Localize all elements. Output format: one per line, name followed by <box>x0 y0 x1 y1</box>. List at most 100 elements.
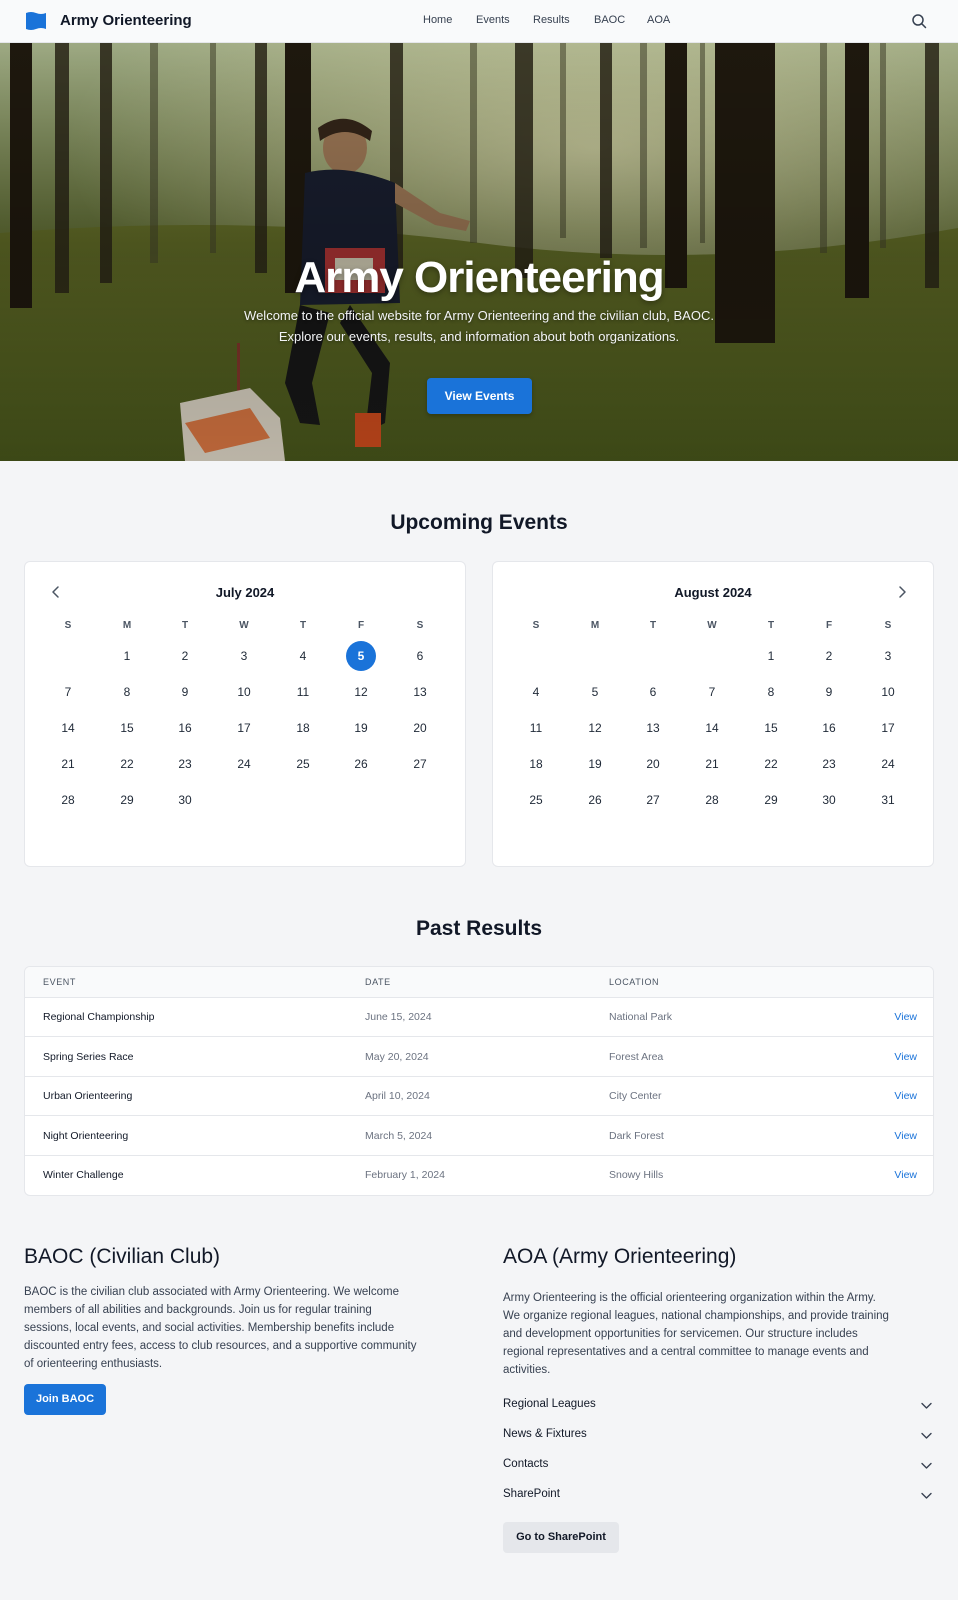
calendar-day[interactable]: 23 <box>814 749 844 779</box>
accordion-label: News & Fixtures <box>503 1428 587 1440</box>
baoc-text-line: BAOC is the civilian club associated wit… <box>24 1286 399 1298</box>
calendar-month-title: July 2024 <box>215 585 275 600</box>
calendar-day[interactable]: 2 <box>814 641 844 671</box>
calendar-day[interactable]: 26 <box>346 749 376 779</box>
calendar-day[interactable]: 27 <box>638 785 668 815</box>
calendar-day[interactable]: 24 <box>229 749 259 779</box>
nav-link-results[interactable]: Results <box>533 14 570 26</box>
calendar-day[interactable]: 3 <box>873 641 903 671</box>
calendar-day[interactable]: 30 <box>170 785 200 815</box>
nav-link-home[interactable]: Home <box>423 14 452 26</box>
accordion-item-regional-leagues[interactable]: Regional Leagues <box>503 1395 933 1417</box>
calendar-day[interactable]: 31 <box>873 785 903 815</box>
calendar-day[interactable]: 16 <box>170 713 200 743</box>
calendar-day[interactable]: 12 <box>580 713 610 743</box>
calendar-day[interactable]: 21 <box>697 749 727 779</box>
calendar-day[interactable]: 25 <box>288 749 318 779</box>
calendar-day[interactable]: 18 <box>288 713 318 743</box>
accordion-item-contacts[interactable]: Contacts <box>503 1455 933 1477</box>
calendar-day[interactable]: 16 <box>814 713 844 743</box>
calendar-day[interactable]: 2 <box>170 641 200 671</box>
calendar-day[interactable]: 10 <box>873 677 903 707</box>
calendar-day[interactable]: 24 <box>873 749 903 779</box>
calendar-july: July 2024 S M T W T F S 1 2 3 4 5 6 7 8 9 10 11 12 13 14 15 16… <box>24 561 466 867</box>
calendar-day[interactable]: 3 <box>229 641 259 671</box>
calendar-day[interactable]: 17 <box>873 713 903 743</box>
nav-link-baoc[interactable]: BAOC <box>594 14 625 26</box>
column-header-location: LOCATION <box>609 977 660 987</box>
calendar-day[interactable]: 27 <box>405 749 435 779</box>
view-events-button[interactable]: View Events <box>427 378 532 414</box>
flag-icon[interactable] <box>25 11 47 31</box>
weekday-header: T <box>299 620 307 631</box>
calendar-day[interactable]: 14 <box>697 713 727 743</box>
calendar-day-selected[interactable]: 5 <box>346 641 376 671</box>
join-baoc-button[interactable]: Join BAOC <box>24 1384 106 1415</box>
calendar-day[interactable]: 13 <box>405 677 435 707</box>
calendar-day[interactable]: 22 <box>756 749 786 779</box>
brand-name[interactable]: Army Orienteering <box>60 12 192 29</box>
nav-link-aoa[interactable]: AOA <box>647 14 670 26</box>
view-link[interactable]: View <box>894 1156 917 1195</box>
weekday-header: S <box>532 620 540 631</box>
event-cell: Spring Series Race <box>43 1050 134 1063</box>
aoa-text-line: and development opportunities for servic… <box>503 1328 858 1340</box>
weekday-header: T <box>181 620 189 631</box>
view-link[interactable]: View <box>894 998 917 1037</box>
accordion-item-sharepoint[interactable]: SharePoint <box>503 1485 933 1507</box>
calendar-day[interactable]: 6 <box>405 641 435 671</box>
weekday-header: F <box>357 620 365 631</box>
view-link[interactable]: View <box>894 1077 917 1116</box>
accordion-item-news-fixtures[interactable]: News & Fixtures <box>503 1425 933 1447</box>
calendar-day[interactable]: 14 <box>53 713 83 743</box>
aoa-text-line: We organize regional leagues, national c… <box>503 1310 889 1322</box>
calendar-day[interactable]: 19 <box>346 713 376 743</box>
chevron-down-icon[interactable] <box>920 1459 933 1472</box>
calendar-day[interactable]: 26 <box>580 785 610 815</box>
view-link[interactable]: View <box>894 1117 917 1156</box>
calendar-day[interactable]: 4 <box>288 641 318 671</box>
calendar-day[interactable]: 23 <box>170 749 200 779</box>
calendar-day[interactable]: 28 <box>53 785 83 815</box>
calendar-day[interactable]: 11 <box>288 677 318 707</box>
calendar-day[interactable]: 30 <box>814 785 844 815</box>
chevron-down-icon[interactable] <box>920 1489 933 1502</box>
nav-link-events[interactable]: Events <box>476 14 510 26</box>
chevron-down-icon[interactable] <box>920 1429 933 1442</box>
go-to-sharepoint-button[interactable]: Go to SharePoint <box>503 1522 619 1553</box>
calendar-day[interactable]: 8 <box>756 677 786 707</box>
calendar-day[interactable]: 19 <box>580 749 610 779</box>
calendar-day[interactable]: 7 <box>53 677 83 707</box>
hero-title: Army Orienteering <box>294 253 664 302</box>
calendar-day[interactable]: 6 <box>638 677 668 707</box>
calendar-day[interactable]: 10 <box>229 677 259 707</box>
view-link[interactable]: View <box>894 1038 917 1077</box>
calendar-day[interactable]: 11 <box>521 713 551 743</box>
calendar-day[interactable]: 18 <box>521 749 551 779</box>
calendar-day[interactable]: 17 <box>229 713 259 743</box>
calendar-day[interactable]: 25 <box>521 785 551 815</box>
calendar-day[interactable]: 22 <box>112 749 142 779</box>
calendar-day[interactable]: 28 <box>697 785 727 815</box>
calendar-day[interactable]: 8 <box>112 677 142 707</box>
calendar-august: August 2024 S M T W T F S 1 2 3 4 5 6 7 8 9 10 11 12 13 14 15… <box>492 561 934 867</box>
calendar-day[interactable]: 13 <box>638 713 668 743</box>
calendar-day[interactable]: 9 <box>170 677 200 707</box>
calendar-day[interactable]: 29 <box>756 785 786 815</box>
chevron-down-icon[interactable] <box>920 1399 933 1412</box>
calendar-day[interactable]: 12 <box>346 677 376 707</box>
calendar-day[interactable]: 9 <box>814 677 844 707</box>
calendar-day[interactable]: 1 <box>112 641 142 671</box>
calendar-day[interactable]: 15 <box>756 713 786 743</box>
calendar-day[interactable]: 20 <box>405 713 435 743</box>
calendar-day[interactable]: 4 <box>521 677 551 707</box>
baoc-title: BAOC (Civilian Club) <box>24 1245 221 1268</box>
calendar-day[interactable]: 29 <box>112 785 142 815</box>
calendar-day[interactable]: 15 <box>112 713 142 743</box>
calendar-day[interactable]: 5 <box>580 677 610 707</box>
calendar-day[interactable]: 21 <box>53 749 83 779</box>
calendar-day[interactable]: 1 <box>756 641 786 671</box>
search-icon[interactable] <box>911 13 927 29</box>
calendar-day[interactable]: 7 <box>697 677 727 707</box>
calendar-day[interactable]: 20 <box>638 749 668 779</box>
